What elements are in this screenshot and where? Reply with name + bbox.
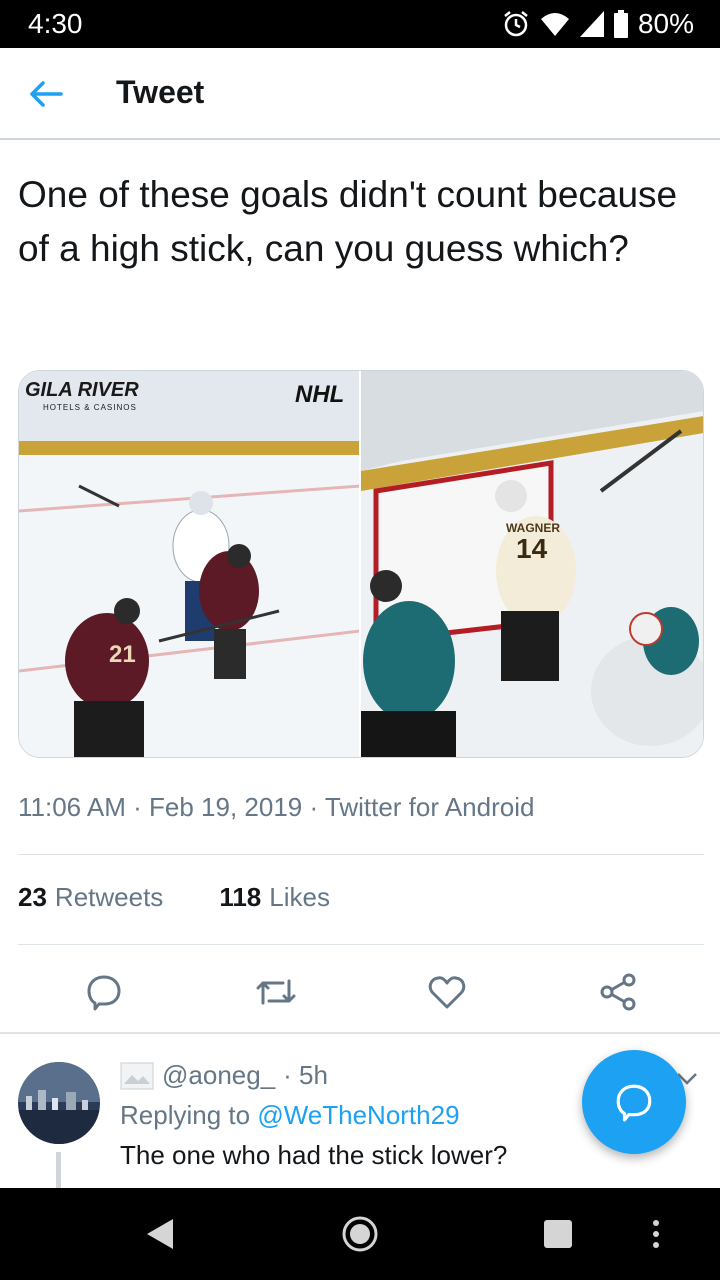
reply-header: @aoneg_ · 5h [120, 1060, 328, 1091]
retweet-icon [256, 979, 296, 1005]
status-bar: 4:30 80% [0, 0, 720, 48]
status-time: 4:30 [28, 8, 83, 39]
right-jersey-number: 14 [516, 533, 548, 564]
like-button[interactable] [423, 968, 471, 1016]
retweet-button[interactable] [252, 968, 300, 1016]
battery-percent: 80% [637, 8, 694, 39]
share-icon [600, 973, 636, 1011]
retweets-label: Retweets [54, 882, 164, 912]
left-board-text: GILA RIVER [25, 379, 139, 401]
back-arrow-icon [30, 81, 63, 107]
battery-icon [613, 10, 628, 38]
more-vertical-icon [653, 1220, 659, 1248]
triangle-back-icon [147, 1219, 173, 1249]
alarm-icon [504, 11, 528, 37]
compose-reply-button[interactable] [582, 1050, 686, 1154]
wifi-icon [540, 13, 569, 36]
like-icon [428, 976, 466, 1009]
nav-back-button[interactable] [134, 1208, 186, 1260]
square-recents-icon [544, 1220, 572, 1248]
reply-time: · 5h [283, 1060, 328, 1090]
left-jersey-number: 21 [109, 641, 136, 668]
reply-text: The one who had the stick lower? [120, 1140, 508, 1170]
replying-prefix: Replying to [120, 1100, 251, 1130]
image-placeholder-icon [120, 1062, 154, 1089]
media-image-left[interactable]: GILA RIVER HOTELS & CASINOS NHL 21 [19, 371, 359, 757]
avatar[interactable] [18, 1062, 100, 1144]
nav-recents-button[interactable] [532, 1208, 584, 1260]
divider [18, 854, 704, 855]
likes-count: 118 [219, 882, 262, 912]
tweet-actions [0, 962, 720, 1022]
left-logo-text: NHL [295, 381, 345, 408]
circle-home-icon [342, 1216, 378, 1252]
retweets-stat[interactable]: 23 Retweets [18, 882, 163, 913]
hockey-scene-left [19, 371, 359, 757]
likes-stat[interactable]: 118 Likes [219, 882, 330, 913]
reply-button[interactable] [80, 968, 128, 1016]
retweets-count: 23 [18, 882, 47, 912]
tweet-media[interactable]: GILA RIVER HOTELS & CASINOS NHL 21 WAGNE… [18, 370, 704, 758]
signal-icon [579, 11, 604, 37]
app-header: Tweet [0, 48, 720, 140]
thread-line [56, 1152, 61, 1188]
nav-home-button[interactable] [334, 1208, 386, 1260]
back-button[interactable] [22, 70, 70, 118]
share-button[interactable] [594, 968, 642, 1016]
page-title: Tweet [116, 74, 205, 110]
divider [0, 1032, 720, 1034]
avatar-image [18, 1062, 100, 1144]
status-icons: 80% [502, 8, 694, 40]
left-board-subtext: HOTELS & CASINOS [43, 403, 137, 412]
replying-to: Replying to @WeTheNorth29 [120, 1100, 460, 1131]
media-image-right[interactable]: WAGNER 14 [361, 371, 703, 757]
nav-menu-button[interactable] [630, 1208, 682, 1260]
tweet-text: One of these goals didn't count because … [18, 174, 678, 269]
divider [18, 944, 704, 945]
likes-label: Likes [269, 882, 330, 912]
system-nav-bar [0, 1188, 720, 1280]
tweet-meta: 11:06 AM · Feb 19, 2019 · Twitter for An… [18, 792, 535, 822]
reply-icon [87, 975, 121, 1011]
reply-icon [616, 1084, 652, 1122]
replying-to-link[interactable]: @WeTheNorth29 [257, 1100, 459, 1130]
reply-handle[interactable]: @aoneg_ [162, 1060, 275, 1091]
tweet-stats: 23 Retweets 118 Likes [18, 882, 330, 913]
